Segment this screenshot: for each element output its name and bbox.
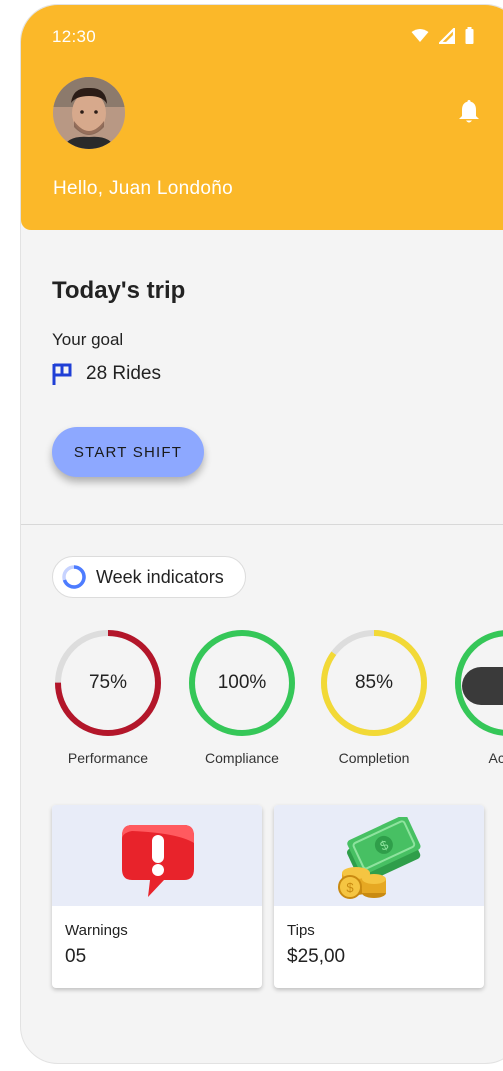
gauge-value: 100% — [217, 672, 267, 693]
gauge-value: 75% — [88, 672, 128, 693]
goal-label: Your goal — [52, 330, 124, 349]
indicator-gauge-compliance[interactable]: 100% — [186, 627, 298, 739]
gauge-label: Compliance — [205, 750, 279, 766]
money-coins-icon: $ $ — [338, 817, 421, 899]
signal-icon — [439, 27, 455, 44]
card-value: 05 — [65, 946, 87, 967]
progress-ring-icon — [62, 565, 86, 589]
indicator-gauge-performance[interactable]: 75% — [52, 627, 164, 739]
phone-screen: 12:30 Hello, Juan Londoño Today's trip Y… — [20, 4, 503, 1064]
divider — [21, 524, 503, 525]
wifi-icon — [411, 28, 429, 42]
gauge-label: Completion — [338, 750, 410, 766]
goal-value: 28 Rides — [86, 363, 161, 384]
warnings-card[interactable]: Warnings 05 — [52, 805, 262, 988]
avatar[interactable] — [53, 77, 125, 149]
gauge-label: Performance — [67, 750, 149, 766]
card-image-area — [52, 805, 262, 906]
card-value: $25,00 — [287, 946, 346, 967]
week-indicators-chip[interactable]: Week indicators — [52, 556, 246, 598]
card-label: Tips — [287, 922, 315, 939]
status-time: 12:30 — [52, 27, 97, 46]
flag-icon — [52, 363, 72, 385]
app-header: 12:30 Hello, Juan Londoño — [21, 5, 503, 230]
indicator-gauge-completion[interactable]: 85% — [318, 627, 430, 739]
warning-bubble-icon — [122, 825, 194, 897]
start-shift-button[interactable]: START SHIFT — [52, 427, 204, 477]
greeting-text: Hello, Juan Londoño — [53, 178, 234, 199]
chip-label: Week indicators — [96, 566, 224, 587]
svg-text:$: $ — [346, 880, 354, 895]
tips-card[interactable]: $ $ Tips $25,00 — [274, 805, 484, 988]
card-image-area: $ $ — [274, 805, 484, 906]
battery-icon — [465, 27, 474, 44]
card-label: Warnings — [65, 922, 128, 939]
bell-icon[interactable] — [458, 98, 480, 124]
gauge-value: 85% — [354, 672, 394, 693]
goal-row: 28 Rides — [52, 362, 161, 386]
gauge-label: Accep — [488, 750, 503, 766]
avatar-image — [53, 77, 125, 149]
status-icons — [411, 27, 474, 44]
acceptance-pill — [462, 667, 503, 705]
section-title: Today's trip — [52, 277, 186, 304]
